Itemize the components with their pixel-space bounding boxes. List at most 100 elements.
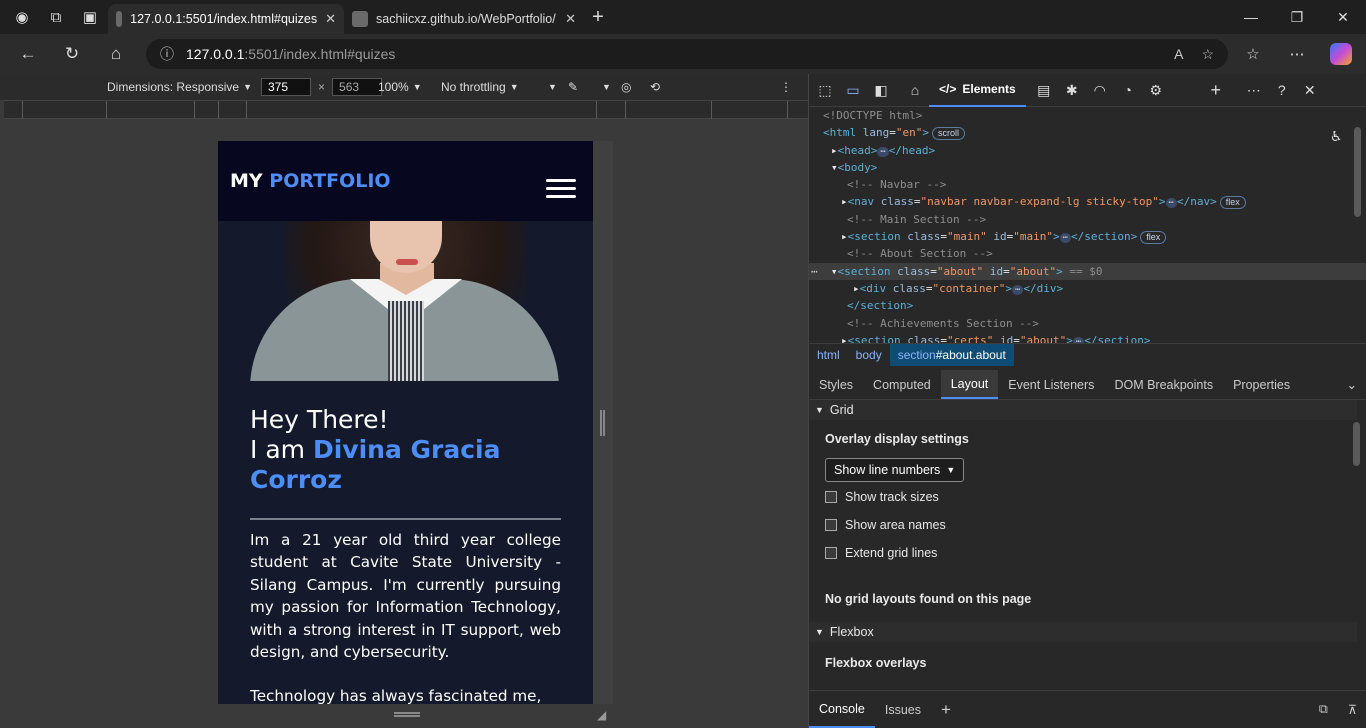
tab-computed[interactable]: Computed xyxy=(863,370,941,399)
close-tab-icon[interactable]: ✕ xyxy=(565,11,576,27)
tab-issues[interactable]: Issues xyxy=(875,692,931,728)
hamburger-menu-icon[interactable] xyxy=(546,179,576,203)
dimensions-dropdown[interactable]: Dimensions: Responsive ▼ xyxy=(107,80,252,94)
flexbox-section-header[interactable]: ▼ Flexbox xyxy=(809,622,1357,642)
close-tab-icon[interactable]: ✕ xyxy=(325,11,336,27)
home-icon[interactable]: ⌂ xyxy=(96,38,136,70)
brand-logo[interactable]: MY PORTFOLIO xyxy=(230,170,391,192)
layout-pane: ▼ Grid Overlay display settings Show line… xyxy=(809,400,1357,690)
back-icon[interactable]: ← xyxy=(8,38,48,70)
width-input[interactable]: 375 xyxy=(261,78,311,96)
checkbox-area-names[interactable]: Show area names xyxy=(809,518,1357,532)
address-bar-row: ← ↻ ⌂ ⓘ 127.0.0.1:5501/index.html#quizes… xyxy=(0,34,1366,74)
chevron-down-icon[interactable]: ▼ xyxy=(602,82,611,92)
rotate-icon[interactable]: ⟲ xyxy=(650,80,660,94)
network-wifi-icon[interactable]: ◠ xyxy=(1086,75,1114,105)
more-icon[interactable]: ⋯ xyxy=(1282,38,1312,70)
restore-icon[interactable]: ❐ xyxy=(1274,0,1320,34)
tab-properties[interactable]: Properties xyxy=(1223,370,1300,399)
minimize-icon[interactable]: — xyxy=(1228,0,1274,34)
inspect-icon[interactable]: ⬚ xyxy=(811,75,839,105)
throttling-dropdown[interactable]: No throttling ▼ xyxy=(441,80,519,94)
media-query-ruler[interactable] xyxy=(4,100,808,119)
favorite-star-icon[interactable]: ☆ xyxy=(1201,46,1214,63)
tab-localhost[interactable]: 127.0.0.1:5501/index.html#quizes ✕ xyxy=(108,4,344,34)
browser-tab-strip: ◉ ⧉ ▣ 127.0.0.1:5501/index.html#quizes ✕… xyxy=(0,0,1366,34)
favorites-icon[interactable]: ☆ xyxy=(1238,38,1268,70)
bio-text: Im a 21 year old third year college stud… xyxy=(250,531,561,704)
selected-dom-node[interactable]: ⋯ ▾<section class="about" id="about"> ==… xyxy=(809,262,1366,280)
tab-github[interactable]: sachiicxz.github.io/WebPortfolio/ ✕ xyxy=(344,4,584,34)
page-navbar: MY PORTFOLIO xyxy=(218,141,593,221)
dock-icon[interactable]: ◧ xyxy=(867,75,895,105)
devtools-toolbar: ⬚ ▭ ◧ ⌂ </> Elements ▤ ✱ ◠ ◔ ⚙ + ⋯ ? ✕ xyxy=(809,74,1366,107)
tab-elements[interactable]: </> Elements xyxy=(929,74,1026,107)
checkbox-extend-lines[interactable]: Extend grid lines xyxy=(809,546,1357,560)
workspaces-icon[interactable]: ⧉ xyxy=(42,3,70,31)
crumb-html[interactable]: html xyxy=(809,344,848,366)
chevron-down-icon: ▼ xyxy=(509,82,519,92)
chevron-down-icon[interactable]: ⌄ xyxy=(1337,370,1366,399)
hero-heading: Hey There! I am Divina Gracia Corroz xyxy=(250,405,501,494)
favicon-icon xyxy=(352,11,368,27)
device-mode-icon[interactable]: ▭ xyxy=(839,75,867,105)
refresh-icon[interactable]: ↻ xyxy=(52,38,92,70)
tab-layout[interactable]: Layout xyxy=(940,370,999,399)
save-data-dropdown[interactable]: ▼ xyxy=(548,82,557,92)
resize-corner-icon[interactable]: ◢ xyxy=(597,708,606,722)
tab-actions-icon[interactable]: ▣ xyxy=(76,3,104,31)
console-icon[interactable]: ▤ xyxy=(1030,75,1058,105)
resize-handle-right[interactable] xyxy=(600,410,605,436)
eyedropper-icon[interactable]: ✎ xyxy=(568,80,578,94)
profile-photo xyxy=(250,221,559,381)
code-icon: </> xyxy=(939,82,957,96)
add-panel-icon[interactable]: + xyxy=(1202,75,1230,105)
new-tab-icon[interactable]: + xyxy=(584,3,612,31)
tab-console[interactable]: Console xyxy=(809,692,875,728)
crumb-section[interactable]: section #about.about xyxy=(889,344,1014,366)
close-window-icon[interactable]: ✕ xyxy=(1320,0,1366,34)
device-toolbar: Dimensions: Responsive ▼ 375 × 563 100% … xyxy=(0,74,808,100)
chevron-down-icon: ▼ xyxy=(243,82,252,92)
profile-icon[interactable]: ◉ xyxy=(8,3,36,31)
chevron-down-icon: ▼ xyxy=(548,82,557,92)
copilot-icon[interactable] xyxy=(1326,38,1356,70)
help-icon[interactable]: ? xyxy=(1268,75,1296,105)
chevron-down-icon: ▼ xyxy=(946,465,956,475)
emulated-page: MY PORTFOLIO Hey There! I am Divina Grac… xyxy=(218,141,593,704)
breadcrumb: html body section #about.about xyxy=(809,343,1366,366)
site-info-icon[interactable]: ⓘ xyxy=(160,44,174,64)
performance-icon[interactable]: ◔ xyxy=(1114,75,1142,105)
dom-tree[interactable]: <!DOCTYPE html> <html lang="en"> scroll ▸… xyxy=(809,107,1366,343)
drawer-collapse-icon[interactable]: ⊼ xyxy=(1338,692,1366,728)
window-controls: — ❐ ✕ xyxy=(1228,0,1366,34)
resize-handle-bottom[interactable] xyxy=(394,712,420,717)
tab-styles[interactable]: Styles xyxy=(809,370,863,399)
zoom-dropdown[interactable]: 100% ▼ xyxy=(378,80,422,94)
accessibility-icon[interactable]: ♿ xyxy=(1331,127,1341,145)
add-drawer-tab-icon[interactable]: + xyxy=(931,692,961,728)
settings-gear-icon[interactable]: ⚙ xyxy=(1142,75,1170,105)
drawer-dock-icon[interactable]: ⧉ xyxy=(1309,692,1338,728)
url-field[interactable]: ⓘ 127.0.0.1:5501/index.html#quizes A ☆ xyxy=(146,39,1228,69)
read-aloud-icon[interactable]: A xyxy=(1174,46,1183,63)
overlay-select[interactable]: Show line numbers ▼ xyxy=(825,458,965,482)
page-viewport: Dimensions: Responsive ▼ 375 × 563 100% … xyxy=(0,74,808,728)
close-devtools-icon[interactable]: ✕ xyxy=(1296,75,1324,105)
tab-event-listeners[interactable]: Event Listeners xyxy=(998,370,1104,399)
more-tools-icon[interactable]: ⋯ xyxy=(1240,75,1268,105)
grid-section-header[interactable]: ▼ Grid xyxy=(809,400,1357,420)
layout-scrollbar[interactable] xyxy=(1353,422,1360,466)
drawer-tabs: Console Issues + ⧉ ⊼ xyxy=(809,690,1366,728)
divider xyxy=(250,518,561,520)
dom-scrollbar[interactable] xyxy=(1354,127,1361,217)
devtools-panel: ⬚ ▭ ◧ ⌂ </> Elements ▤ ✱ ◠ ◔ ⚙ + ⋯ ? ✕ <… xyxy=(808,74,1366,728)
device-more-icon[interactable]: ⋮ xyxy=(780,80,792,94)
bug-icon[interactable]: ✱ xyxy=(1058,75,1086,105)
height-input[interactable]: 563 xyxy=(332,78,383,96)
checkbox-track-sizes[interactable]: Show track sizes xyxy=(809,490,1357,504)
vision-icon[interactable]: ◎ xyxy=(621,80,631,94)
crumb-body[interactable]: body xyxy=(848,344,890,366)
welcome-home-icon[interactable]: ⌂ xyxy=(901,75,929,105)
tab-dom-breakpoints[interactable]: DOM Breakpoints xyxy=(1104,370,1223,399)
